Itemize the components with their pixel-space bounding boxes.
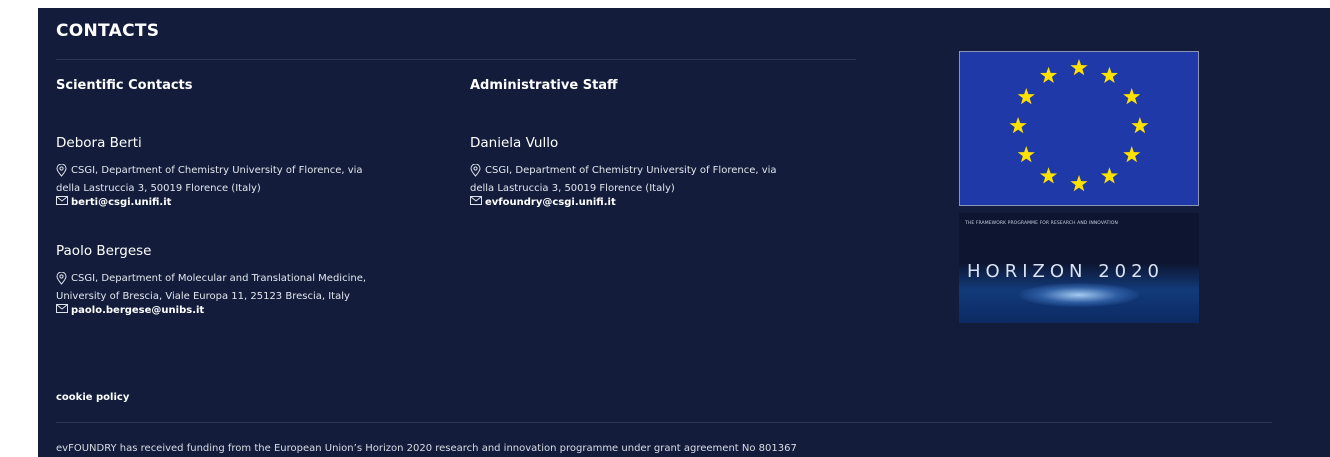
address-line: University of Brescia, Viale Europa 11, …	[56, 291, 350, 302]
envelope-icon	[56, 304, 68, 318]
eu-star	[1070, 59, 1088, 76]
contact-card: Debora Berti CSGI, Department of Chemist…	[56, 135, 456, 210]
cookie-policy-link[interactable]: cookie policy	[56, 392, 129, 403]
location-pin-icon	[56, 163, 67, 182]
contact-name: Paolo Bergese	[56, 243, 152, 259]
funding-statement: evFOUNDRY has received funding from the …	[56, 443, 797, 454]
email-link[interactable]: evfoundry@csgi.unifi.it	[485, 196, 616, 210]
eu-star	[1017, 146, 1035, 163]
divider	[56, 59, 856, 60]
horizon-caption: THE FRAMEWORK PROGRAMME FOR RESEARCH AND…	[965, 221, 1118, 226]
envelope-icon	[470, 196, 482, 210]
eu-star	[1017, 88, 1035, 105]
contacts-footer: CONTACTS Scientific Contacts Debora Bert…	[38, 8, 1330, 457]
contact-address: CSGI, Department of Molecular and Transl…	[56, 271, 456, 290]
contact-address-continued: University of Brescia, Viale Europa 11, …	[56, 290, 456, 304]
contact-card: Paolo Bergese CSGI, Department of Molecu…	[56, 243, 456, 318]
email-link[interactable]: berti@csgi.unifi.it	[71, 196, 171, 210]
divider	[56, 422, 1272, 423]
eu-star	[1123, 88, 1141, 105]
address-line: della Lastruccia 3, 50019 Florence (Ital…	[470, 183, 675, 194]
address-line: CSGI, Department of Chemistry University…	[485, 165, 777, 176]
administrative-staff-heading: Administrative Staff	[470, 78, 618, 93]
eu-star	[1100, 66, 1119, 84]
eu-star	[1039, 66, 1058, 84]
contact-address-continued: della Lastruccia 3, 50019 Florence (Ital…	[470, 182, 870, 196]
location-pin-icon	[470, 163, 481, 182]
eu-star	[1009, 117, 1027, 134]
address-line: CSGI, Department of Molecular and Transl…	[71, 273, 367, 284]
address-line: della Lastruccia 3, 50019 Florence (Ital…	[56, 183, 261, 194]
contact-email[interactable]: berti@csgi.unifi.it	[56, 196, 456, 210]
envelope-icon	[56, 196, 68, 210]
scientific-contacts-heading: Scientific Contacts	[56, 78, 193, 93]
eu-star	[1039, 167, 1058, 184]
contact-email[interactable]: paolo.bergese@unibs.it	[56, 304, 456, 318]
eu-star	[1070, 175, 1088, 192]
eu-star	[1123, 146, 1141, 163]
earth-glow	[1019, 283, 1139, 307]
location-pin-icon	[56, 271, 67, 290]
contact-address: CSGI, Department of Chemistry University…	[470, 163, 870, 182]
contact-card: Daniela Vullo CSGI, Department of Chemis…	[470, 135, 870, 210]
contact-name: Daniela Vullo	[470, 135, 559, 151]
email-link[interactable]: paolo.bergese@unibs.it	[71, 304, 204, 318]
horizon-wordmark: HORIZON 2020	[967, 261, 1165, 282]
eu-star	[1100, 167, 1119, 184]
contact-name: Debora Berti	[56, 135, 142, 151]
horizon-2020-logo: THE FRAMEWORK PROGRAMME FOR RESEARCH AND…	[959, 213, 1199, 323]
eu-star	[1131, 117, 1149, 134]
contact-email[interactable]: evfoundry@csgi.unifi.it	[470, 196, 870, 210]
section-title: CONTACTS	[56, 21, 160, 41]
contact-address: CSGI, Department of Chemistry University…	[56, 163, 456, 182]
address-line: CSGI, Department of Chemistry University…	[71, 165, 363, 176]
eu-flag-logo	[959, 51, 1199, 206]
contact-address-continued: della Lastruccia 3, 50019 Florence (Ital…	[56, 182, 456, 196]
administrative-staff-column: Administrative Staff Daniela Vullo CSGI,…	[470, 78, 870, 210]
scientific-contacts-column: Scientific Contacts Debora Berti CSGI, D…	[56, 78, 456, 318]
